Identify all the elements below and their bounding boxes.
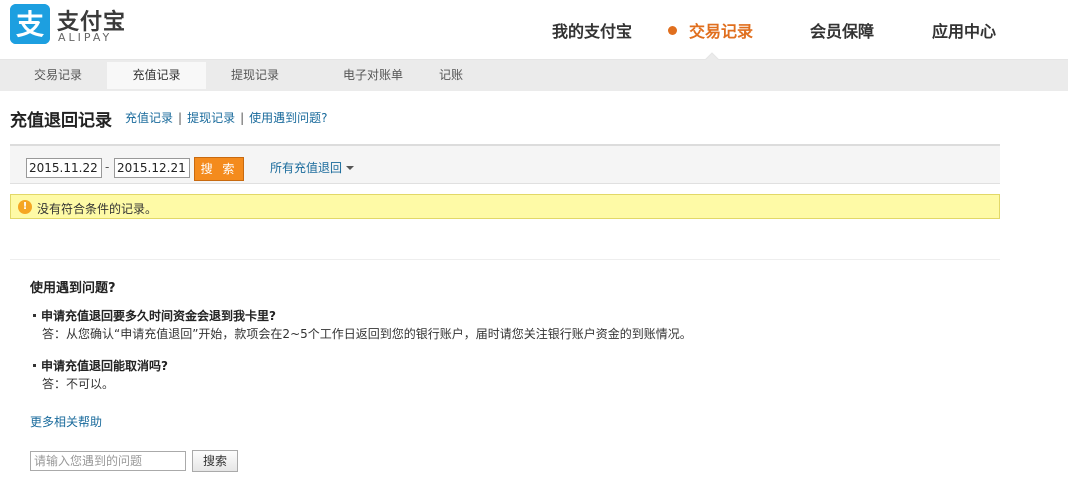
nav-label: 我的支付宝 <box>552 22 633 41</box>
nav-my-alipay[interactable]: 我的支付宝 <box>540 0 658 60</box>
page-title: 充值退回记录 <box>10 111 112 131</box>
header: 支 支付宝 ALIPAY 我的支付宝 交易记录 会员保障 应用中心 <box>0 0 1068 61</box>
recharge-type-dropdown[interactable]: 所有充值退回 <box>270 159 355 176</box>
nav-label: 会员保障 <box>810 22 875 41</box>
warning-icon: ! <box>18 200 32 214</box>
dropdown-label: 所有充值退回 <box>270 161 343 175</box>
subnav-withdraw[interactable]: 提现记录 <box>207 62 303 89</box>
nav-label: 交易记录 <box>689 22 754 41</box>
help-title: 使用遇到问题? <box>30 281 116 296</box>
nav-transactions[interactable]: 交易记录 <box>658 0 798 60</box>
help-search-input[interactable] <box>30 451 186 471</box>
link-recharge-records[interactable]: 充值记录 <box>125 111 173 125</box>
faq-question: 申请充值退回要多久时间资金会退到我卡里? <box>33 307 276 324</box>
faq-answer: 答：从您确认“申请充值退回”开始，款项会在2~5个工作日返回到您的银行账户，届时… <box>42 327 692 341</box>
link-separator: | <box>240 111 245 125</box>
divider <box>10 259 1000 260</box>
notice-text: 没有符合条件的记录。 <box>37 202 158 216</box>
subnav-bookkeeping[interactable]: 记账 <box>423 62 479 89</box>
end-date-input[interactable] <box>114 158 190 178</box>
search-button[interactable]: 搜 索 <box>194 157 244 181</box>
faq-question: 申请充值退回能取消吗? <box>33 357 168 374</box>
alipay-logo-icon: 支 <box>10 4 50 44</box>
search-bar: - 搜 索 所有充值退回 <box>10 144 1000 184</box>
subnav-recharge[interactable]: 充值记录 <box>107 62 206 89</box>
start-date-input[interactable] <box>26 158 102 178</box>
bullet-icon <box>33 364 36 367</box>
nav-member-protection[interactable]: 会员保障 <box>798 0 920 60</box>
caret-down-icon <box>346 166 355 170</box>
link-help[interactable]: 使用遇到问题? <box>249 111 327 125</box>
faq-question-text: 申请充值退回能取消吗? <box>41 359 168 373</box>
title-links: 充值记录 | 提现记录 | 使用遇到问题? <box>125 109 328 126</box>
subnav-transactions[interactable]: 交易记录 <box>10 62 106 89</box>
link-withdraw-records[interactable]: 提现记录 <box>187 111 235 125</box>
faq-question-text: 申请充值退回要多久时间资金会退到我卡里? <box>41 309 276 323</box>
active-dot-icon <box>668 26 677 35</box>
nav-label: 应用中心 <box>932 22 997 41</box>
link-separator: | <box>178 111 183 125</box>
nav-app-center[interactable]: 应用中心 <box>920 0 1040 60</box>
alipay-logo[interactable]: 支 支付宝 ALIPAY <box>10 4 140 44</box>
sub-nav: 交易记录 充值记录 提现记录 电子对账单 记账 <box>0 60 1068 91</box>
svg-text:支: 支 <box>16 8 44 41</box>
main-nav: 我的支付宝 交易记录 会员保障 应用中心 <box>540 0 1040 60</box>
faq-answer: 答：不可以。 <box>42 377 115 391</box>
subnav-e-statement[interactable]: 电子对账单 <box>305 62 441 89</box>
help-search-button[interactable]: 搜索 <box>192 450 238 472</box>
more-help-link[interactable]: 更多相关帮助 <box>30 413 102 430</box>
logo-text-en: ALIPAY <box>58 31 113 44</box>
bullet-icon <box>33 314 36 317</box>
date-range-dash: - <box>105 160 110 174</box>
no-records-notice: ! 没有符合条件的记录。 <box>10 194 1000 219</box>
